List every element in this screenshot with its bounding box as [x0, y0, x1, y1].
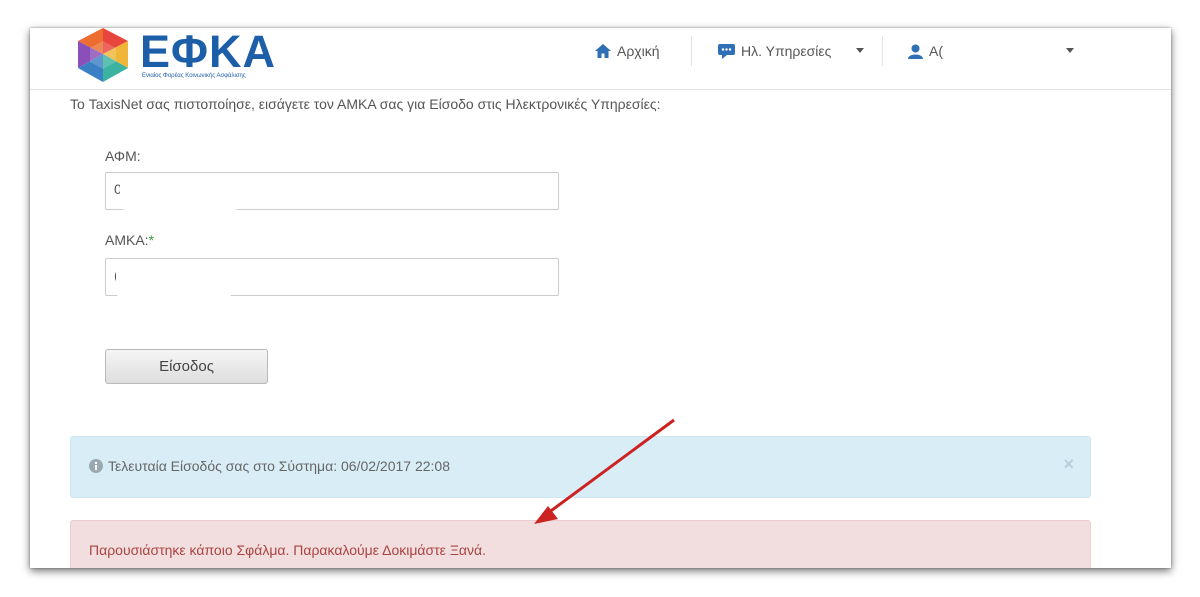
browser-frame: ΕΦΚΑ Ενιαίος Φορέας Κοινωνικής Ασφάλισης… [30, 28, 1171, 568]
annotation-arrow-icon [534, 418, 675, 524]
